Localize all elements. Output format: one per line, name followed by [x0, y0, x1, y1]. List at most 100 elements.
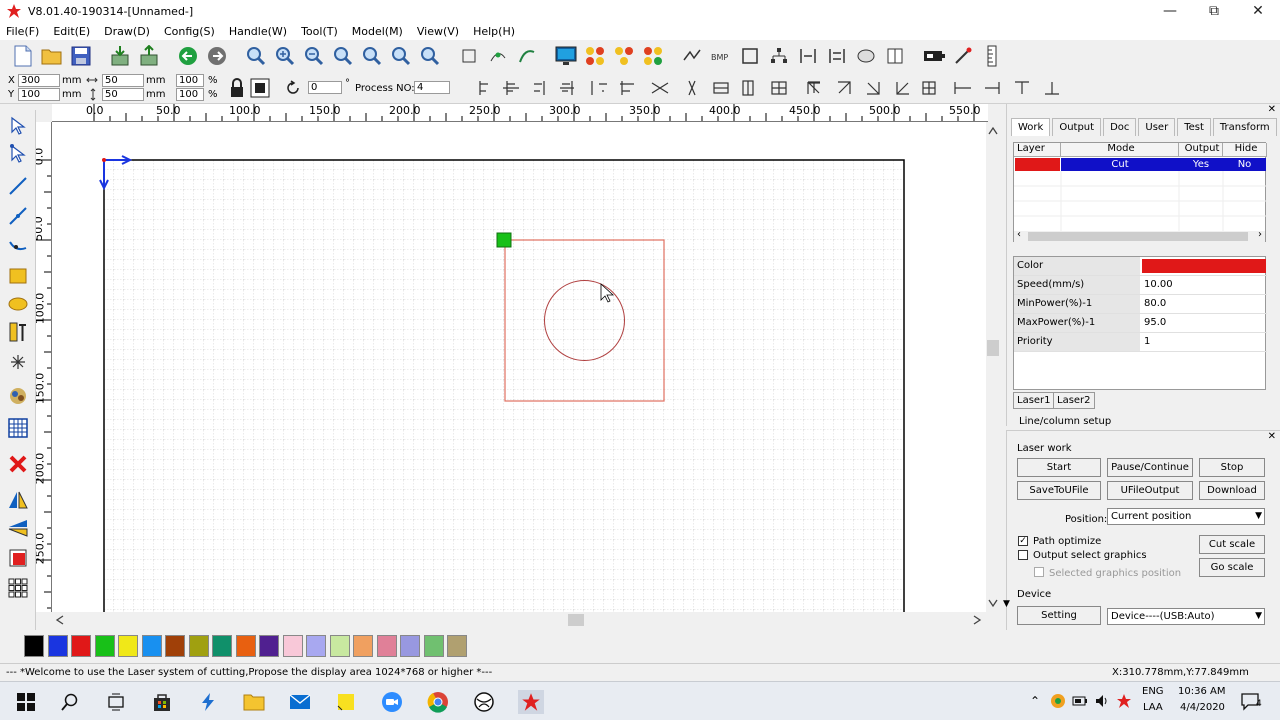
prop-row-color[interactable]: Color — [1014, 257, 1267, 276]
menu-handle[interactable]: Handle(W) — [229, 25, 287, 38]
canvas-horizontal-scrollbar[interactable] — [52, 612, 986, 628]
prop-row-min-power[interactable]: MinPower(%)-1 80.0 — [1014, 295, 1267, 314]
position-select[interactable]: Current position ▼ — [1107, 508, 1265, 525]
rotate-angle-input[interactable]: 0 — [308, 81, 342, 94]
select-tool-button[interactable] — [6, 114, 30, 138]
book-button[interactable] — [882, 43, 908, 69]
line-tool-button[interactable] — [6, 174, 30, 198]
save-file-button[interactable] — [68, 43, 94, 69]
tab-doc[interactable]: Doc — [1103, 118, 1137, 136]
palette-color-yellow[interactable] — [118, 635, 138, 657]
menu-help[interactable]: Help(H) — [473, 25, 515, 38]
mirror-h-tool-button[interactable] — [6, 488, 30, 512]
zoom-fit-button[interactable] — [330, 43, 356, 69]
scroll-right-icon[interactable]: › — [1258, 229, 1262, 240]
import-button[interactable] — [107, 43, 133, 69]
undo-button[interactable] — [175, 43, 201, 69]
laser-app-button[interactable] — [518, 690, 544, 714]
ufile-output-button[interactable]: UFileOutput — [1107, 481, 1193, 500]
taskbar-search-button[interactable] — [58, 690, 82, 714]
scroll-left-icon[interactable]: ‹ — [1017, 229, 1021, 240]
rotate-icon[interactable] — [285, 80, 301, 96]
polyline-tool-button[interactable] — [6, 204, 30, 228]
zoom-app-button[interactable] — [380, 690, 404, 714]
tab-transform[interactable]: Transform — [1212, 118, 1277, 136]
tab-user[interactable]: User — [1138, 118, 1176, 136]
output-select-checkbox[interactable] — [1018, 550, 1028, 560]
menu-draw[interactable]: Draw(D) — [104, 25, 150, 38]
tab-test[interactable]: Test — [1177, 118, 1211, 136]
device-setting-button[interactable]: Setting — [1017, 606, 1101, 625]
device-select[interactable]: Device----(USB:Auto) ▼ — [1107, 608, 1265, 625]
mirror-v-tool-button[interactable] — [6, 516, 30, 540]
laser2-tab[interactable]: Laser2 — [1053, 392, 1095, 409]
ellipse-tool-button[interactable] — [6, 292, 30, 316]
stop-button[interactable]: Stop — [1199, 458, 1265, 477]
laser1-tab[interactable]: Laser1 — [1013, 392, 1055, 409]
y-position-input[interactable]: 100 — [18, 88, 60, 101]
palette-color-light-blue[interactable] — [141, 635, 162, 657]
disc-app-button[interactable] — [472, 690, 496, 714]
tray-language[interactable]: ENG — [1142, 686, 1164, 697]
point-tool-button[interactable] — [6, 350, 30, 374]
panel-close-icon[interactable]: ✕ — [1268, 104, 1276, 115]
zoom-button[interactable] — [243, 43, 269, 69]
scroll-thumb[interactable] — [1028, 232, 1248, 241]
palette-color-peach[interactable] — [353, 635, 373, 657]
tree-button[interactable] — [766, 43, 792, 69]
palette-color-khaki[interactable] — [447, 635, 467, 657]
height-input[interactable]: 50 — [102, 88, 144, 101]
zoom-select-button[interactable] — [388, 43, 414, 69]
pause-continue-button[interactable]: Pause/Continue — [1107, 458, 1193, 477]
open-file-button[interactable] — [39, 43, 65, 69]
palette-color-black[interactable] — [24, 635, 44, 657]
task-view-button[interactable] — [104, 690, 128, 714]
menu-model[interactable]: Model(M) — [352, 25, 403, 38]
array-tool-button[interactable] — [6, 576, 30, 600]
maximize-button[interactable]: ⧉ — [1192, 0, 1236, 22]
store-app-button[interactable] — [150, 690, 174, 714]
palette-color-rose[interactable] — [376, 635, 397, 657]
redo-button[interactable] — [204, 43, 230, 69]
monitor-button[interactable] — [553, 43, 579, 69]
palette-color-olive[interactable] — [188, 635, 209, 657]
palette-color-light-green[interactable] — [329, 635, 350, 657]
palette-color-green[interactable] — [94, 635, 115, 657]
palette-color-orange[interactable] — [235, 635, 256, 657]
array-layout-2-button[interactable] — [611, 43, 637, 69]
cut-scale-button[interactable]: Cut scale — [1199, 535, 1265, 554]
palette-color-brown[interactable] — [165, 635, 185, 657]
menu-tool[interactable]: Tool(T) — [301, 25, 338, 38]
tray-power-icon[interactable] — [1072, 694, 1088, 708]
palette-color-lavender[interactable] — [306, 635, 326, 657]
menu-edit[interactable]: Edit(E) — [53, 25, 90, 38]
ruler-button[interactable] — [979, 43, 1005, 69]
array-layout-button[interactable] — [582, 43, 608, 69]
zoom-page-button[interactable] — [359, 43, 385, 69]
download-button[interactable]: Download — [1199, 481, 1265, 500]
prop-value-min-power[interactable]: 80.0 — [1142, 295, 1266, 313]
prop-value-color[interactable] — [1142, 259, 1266, 273]
node-select-tool-button[interactable] — [6, 142, 30, 166]
prop-row-priority[interactable]: Priority 1 — [1014, 333, 1267, 352]
palette-color-teal[interactable] — [212, 635, 232, 657]
menu-view[interactable]: View(V) — [417, 25, 459, 38]
weld-button[interactable] — [853, 43, 879, 69]
tray-volume-icon[interactable] — [1094, 693, 1110, 709]
tray-date[interactable]: 4/4/2020 — [1180, 702, 1225, 713]
palette-color-red[interactable] — [71, 635, 91, 657]
process-no-input[interactable]: 4 — [414, 81, 450, 94]
palette-color-periwinkle[interactable] — [400, 635, 420, 657]
laser-pen-button[interactable] — [950, 43, 976, 69]
chrome-app-button[interactable] — [426, 690, 450, 714]
export-button[interactable] — [136, 43, 162, 69]
tray-keyboard-layout[interactable]: LAA — [1143, 702, 1163, 713]
path-optimize-checkbox[interactable]: ✓ — [1018, 536, 1028, 546]
tray-antivirus-icon[interactable] — [1050, 693, 1066, 709]
go-scale-button[interactable]: Go scale — [1199, 558, 1265, 577]
delete-tool-button[interactable] — [6, 452, 30, 476]
select-rect-button[interactable] — [456, 43, 482, 69]
array-layout-3-button[interactable] — [640, 43, 666, 69]
lock-ratio-icon[interactable] — [228, 78, 246, 98]
prop-value-speed[interactable]: 10.00 — [1142, 276, 1266, 294]
